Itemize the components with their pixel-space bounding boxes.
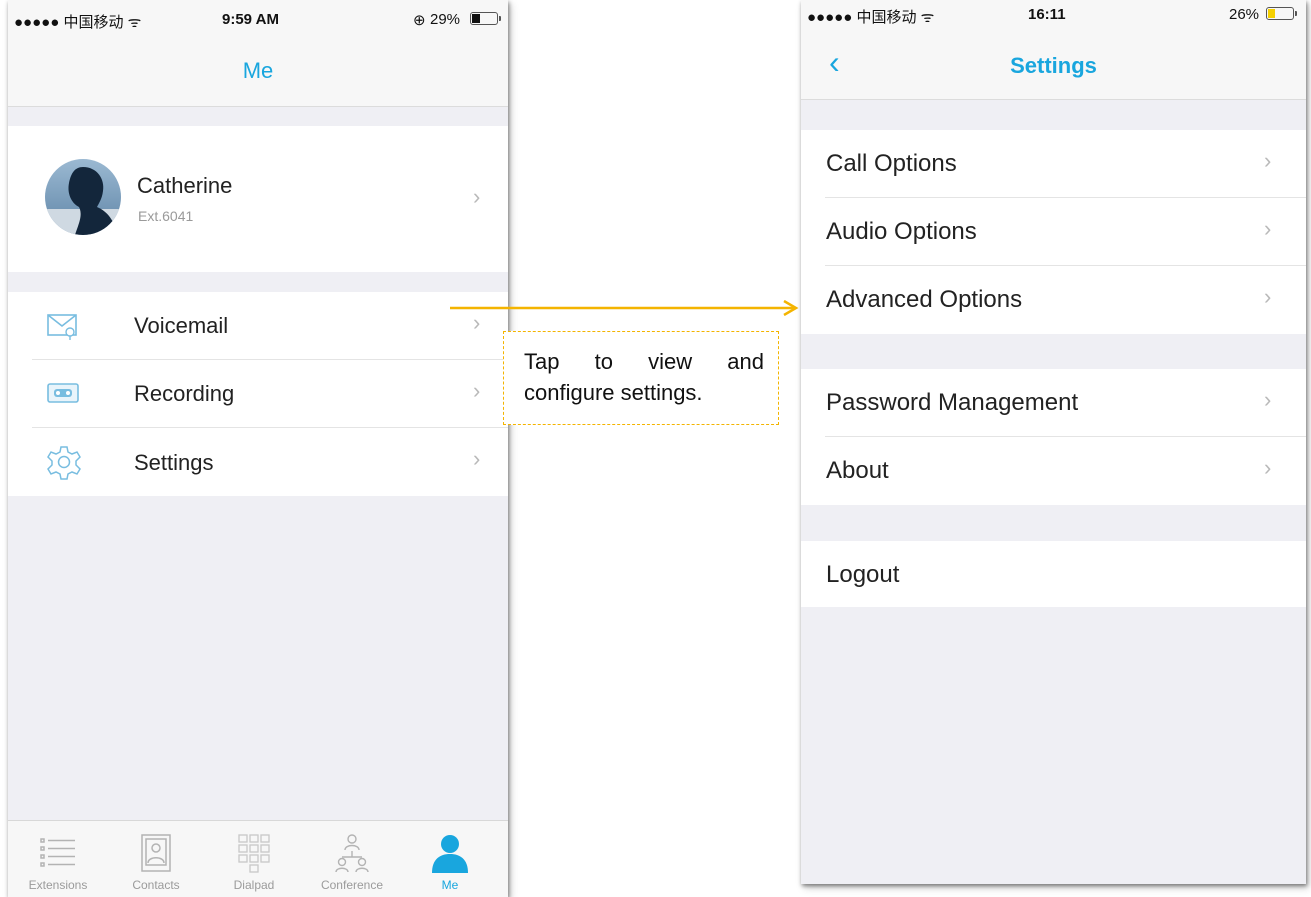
settings-item-about[interactable]: About › [801, 437, 1306, 505]
dialpad-icon [238, 834, 270, 873]
battery-icon [470, 12, 501, 25]
settings-group-logout: Logout [801, 541, 1306, 607]
tab-extensions-label: Extensions [28, 878, 88, 892]
callout-note: Tap to view and configure settings. [503, 331, 779, 425]
settings-group-account: Password Management › About › [801, 369, 1306, 505]
password-management-label: Password Management [826, 389, 1079, 416]
battery-icon [1266, 7, 1297, 20]
chevron-right-icon: › [1264, 387, 1272, 412]
status-time: 16:11 [1028, 6, 1066, 23]
callout-arrow [450, 300, 799, 316]
profile-extension: Ext.6041 [138, 208, 194, 224]
rotation-lock-icon: ⊕ [413, 12, 426, 29]
logout-label: Logout [826, 561, 900, 588]
settings-item-password-management[interactable]: Password Management › [801, 369, 1306, 437]
avatar [45, 159, 121, 235]
recording-label: Recording [134, 381, 235, 406]
tab-contacts[interactable]: Contacts [108, 821, 204, 897]
chevron-right-icon: › [473, 378, 481, 403]
chevron-right-icon: › [1264, 284, 1272, 309]
page-title: Settings [1010, 53, 1097, 78]
recording-icon [47, 383, 79, 403]
chevron-right-icon: › [473, 184, 481, 209]
tab-contacts-label: Contacts [132, 878, 180, 892]
profile-row[interactable]: Catherine Ext.6041 › [8, 126, 508, 272]
person-icon [432, 835, 468, 873]
page-title: Me [242, 58, 274, 83]
me-screen: ●●●●● 中国移动 ᯤ 9:59 AM ⊕ 29% Me Catherine … [8, 0, 508, 897]
chevron-right-icon: › [1264, 216, 1272, 241]
settings-label: Settings [134, 450, 214, 475]
extensions-list-icon [40, 838, 75, 867]
settings-screen: ●●●●● 中国移动 ᯤ 16:11 26% ‹ Settings Call O… [801, 0, 1306, 884]
settings-item-call-options[interactable]: Call Options › [801, 130, 1306, 198]
advanced-options-label: Advanced Options [826, 286, 1023, 313]
call-options-label: Call Options [826, 150, 957, 177]
chevron-right-icon: › [1264, 148, 1272, 173]
status-time: 9:59 AM [222, 11, 279, 28]
carrier-signal: ●●●●● 中国移动 ᯤ [14, 14, 142, 31]
status-bar: ●●●●● 中国移动 ᯤ 16:11 26% [801, 0, 1306, 32]
tab-me-label: Me [441, 878, 459, 892]
contacts-icon [141, 834, 171, 872]
chevron-right-icon: › [1264, 455, 1272, 480]
about-label: About [826, 457, 889, 484]
battery-percent: 29% [430, 11, 461, 28]
tab-dialpad[interactable]: Dialpad [206, 821, 302, 897]
me-menu: Voicemail › Recording › Settings › [8, 292, 508, 496]
voicemail-label: Voicemail [134, 313, 229, 338]
menu-item-settings[interactable]: Settings › [8, 428, 508, 496]
settings-group-options: Call Options › Audio Options › Advanced … [801, 130, 1306, 334]
menu-item-voicemail[interactable]: Voicemail › [8, 292, 508, 360]
chevron-right-icon: › [473, 446, 481, 471]
tab-conference-label: Conference [320, 878, 384, 892]
profile-name: Catherine [137, 173, 233, 198]
nav-bar: Me [8, 40, 508, 107]
carrier-signal: ●●●●● 中国移动 ᯤ [807, 9, 935, 26]
tab-dialpad-label: Dialpad [233, 878, 275, 892]
battery-percent: 26% [1229, 6, 1260, 23]
tab-conference[interactable]: Conference [304, 821, 400, 897]
settings-item-advanced-options[interactable]: Advanced Options › [801, 266, 1306, 334]
tab-extensions[interactable]: Extensions [10, 821, 106, 897]
audio-options-label: Audio Options [826, 218, 977, 245]
settings-gear-icon [47, 446, 81, 480]
status-bar: ●●●●● 中国移动 ᯤ 9:59 AM ⊕ 29% [8, 0, 508, 40]
voicemail-icon [47, 314, 77, 340]
tab-me[interactable]: Me [402, 821, 498, 897]
tab-bar: Extensions Contacts Dialpad Conference M… [8, 820, 508, 897]
conference-icon [335, 834, 369, 873]
settings-item-audio-options[interactable]: Audio Options › [801, 198, 1306, 266]
nav-bar: ‹ Settings [801, 32, 1306, 100]
menu-item-recording[interactable]: Recording › [8, 360, 508, 428]
logout-button[interactable]: Logout [801, 541, 1306, 607]
